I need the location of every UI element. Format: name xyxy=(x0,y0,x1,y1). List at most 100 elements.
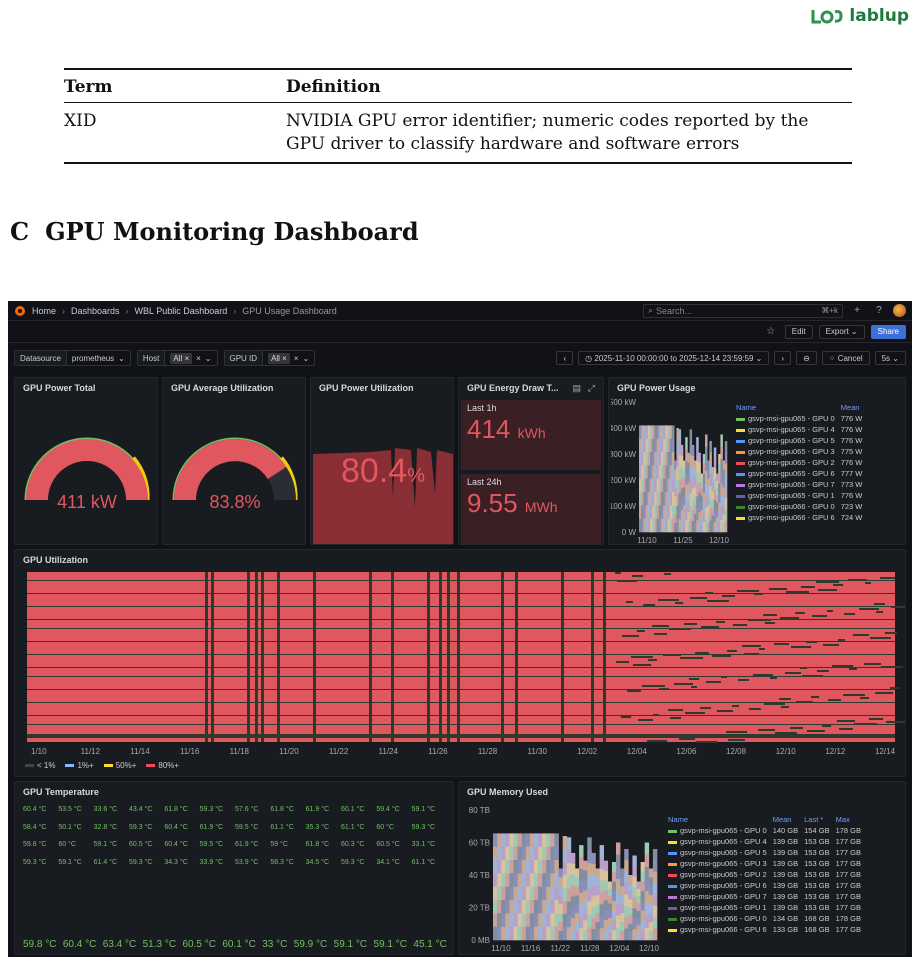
series-band xyxy=(562,862,568,876)
legend-name-cell: gsvp-msi-gpu065 - GPU 2 xyxy=(665,869,770,880)
series-band xyxy=(720,507,723,521)
series-band xyxy=(587,927,592,941)
series-band xyxy=(672,478,675,493)
series-band xyxy=(509,913,514,927)
clear-icon[interactable]: × xyxy=(294,354,299,363)
legend-row[interactable]: gsvp-msi-gpu065 - GPU 7 139 GB 153 GB 177 G… xyxy=(665,891,864,902)
heatmap-idle-cell xyxy=(722,595,735,597)
series-band xyxy=(583,930,588,941)
series-band xyxy=(687,462,690,473)
legend-row[interactable]: gsvp-msi-gpu066 - GPU 6 724 W xyxy=(733,512,865,523)
legend-header-mean[interactable]: Mean xyxy=(770,814,801,825)
panel-power-total[interactable]: GPU Power Total 411 kW xyxy=(14,377,158,545)
legend-row[interactable]: gsvp-msi-gpu065 - GPU 3 775 W xyxy=(733,446,865,457)
legend-item[interactable]: 80%+ xyxy=(146,761,179,770)
share-button[interactable]: Share xyxy=(870,324,906,339)
legend-header-mean[interactable]: Mean xyxy=(838,402,866,413)
heatmap-idle-cell xyxy=(754,593,763,595)
variable-chip[interactable]: All × xyxy=(170,352,193,364)
series-band xyxy=(566,888,572,902)
temperature-cell: 34.1 °C xyxy=(376,857,411,867)
legend-row[interactable]: gsvp-msi-gpu065 - GPU 3 139 GB 153 GB 177 G… xyxy=(665,858,864,869)
series-band xyxy=(641,425,644,440)
series-band xyxy=(658,505,662,519)
gpu-id-variable[interactable]: GPU ID All × × ⌄ xyxy=(223,350,316,366)
heatmap-idle-cell xyxy=(795,612,805,614)
legend-item[interactable]: 50%+ xyxy=(103,761,136,770)
legend-header-name[interactable]: Name xyxy=(665,814,770,825)
legend-row[interactable]: gsvp-msi-gpu065 - GPU 1 776 W xyxy=(733,490,865,501)
panel-gpu-temperature[interactable]: GPU Temperature 60.4 °C 53.5 °C 33.6 °C 43.… xyxy=(14,781,454,955)
star-icon[interactable]: ☆ xyxy=(763,325,779,339)
panel-gpu-utilization[interactable]: GPU Utilization 1/10 11/12 11/14 11/16 11/18… xyxy=(14,549,906,777)
series-band xyxy=(650,478,653,493)
series-band xyxy=(542,860,547,874)
cancel-refresh-button[interactable]: ⁘ Cancel xyxy=(821,351,870,365)
series-band xyxy=(583,880,588,891)
series-band xyxy=(645,478,649,493)
datasource-variable[interactable]: Datasource prometheus ⌄ xyxy=(14,350,131,366)
temperature-cell: 60.4 °C xyxy=(23,804,58,814)
legend-name-cell: gsvp-msi-gpu065 - GPU 1 xyxy=(733,490,838,501)
series-band xyxy=(644,879,650,892)
series-band xyxy=(643,425,646,440)
legend-row[interactable]: gsvp-msi-gpu065 - GPU 2 776 W xyxy=(733,457,865,468)
legend-row[interactable]: gsvp-msi-gpu065 - GPU 7 773 W xyxy=(733,479,865,490)
legend-row[interactable]: gsvp-msi-gpu065 - GPU 2 139 GB 153 GB 177 G… xyxy=(665,869,864,880)
legend-row[interactable]: gsvp-msi-gpu065 - GPU 5 776 W xyxy=(733,435,865,446)
legend-row[interactable]: gsvp-msi-gpu065 - GPU 6 139 GB 153 GB 177 G… xyxy=(665,880,864,891)
clear-icon[interactable]: × xyxy=(196,354,201,363)
time-back-button[interactable]: ‹ xyxy=(556,351,574,365)
legend-header-last[interactable]: Last * xyxy=(801,814,832,825)
zoom-out-icon[interactable]: ⊖ xyxy=(796,351,817,365)
series-band xyxy=(632,887,637,899)
avatar[interactable] xyxy=(893,304,906,317)
variable-value: prometheus xyxy=(71,353,115,363)
legend-item[interactable]: < 1% xyxy=(25,761,55,770)
add-icon[interactable]: + xyxy=(849,304,865,318)
legend-row[interactable]: gsvp-msi-gpu065 - GPU 0 776 W xyxy=(733,413,865,424)
series-band xyxy=(672,465,675,479)
edit-button[interactable]: Edit xyxy=(784,324,813,339)
grafana-logo-icon[interactable] xyxy=(14,305,26,317)
legend-row[interactable]: gsvp-msi-gpu065 - GPU 4 776 W xyxy=(733,424,865,435)
breadcrumb-home[interactable]: Home xyxy=(32,306,56,316)
legend-row[interactable]: gsvp-msi-gpu065 - GPU 6 777 W xyxy=(733,468,865,479)
series-band xyxy=(665,505,668,519)
host-variable[interactable]: Host All × × ⌄ xyxy=(136,350,218,366)
legend-row[interactable]: gsvp-msi-gpu065 - GPU 4 139 GB 153 GB 177 G… xyxy=(665,836,864,847)
legend-row[interactable]: gsvp-msi-gpu066 - GPU 0 723 W xyxy=(733,501,865,512)
panel-gpu-memory[interactable]: GPU Memory Used 0 MB 20 TB 40 TB 60 TB 80 TB… xyxy=(458,781,906,955)
series-band xyxy=(676,519,679,533)
panel-energy-draw[interactable]: GPU Energy Draw T... ▤ ⤢ Last 1h 414 kWh… xyxy=(458,377,604,545)
legend-header-max[interactable]: Max xyxy=(833,814,864,825)
series-band xyxy=(624,928,629,941)
breadcrumb-folder[interactable]: WBL Public Dashboard xyxy=(135,306,228,316)
series-band xyxy=(667,438,671,453)
legend-header-name[interactable]: Name xyxy=(733,402,838,413)
breadcrumb-dashboards[interactable]: Dashboards xyxy=(71,306,120,316)
series-band xyxy=(636,888,641,897)
legend-row[interactable]: gsvp-msi-gpu065 - GPU 0 140 GB 154 GB 178 G… xyxy=(665,825,864,836)
series-band xyxy=(722,469,726,479)
legend-row[interactable]: gsvp-msi-gpu066 - GPU 6 133 GB 168 GB 177 G… xyxy=(665,924,864,935)
panel-power-usage[interactable]: GPU Power Usage 0 W 100 kW 200 kW 300 kW 400… xyxy=(608,377,906,545)
series-band xyxy=(583,890,588,901)
series-band xyxy=(698,462,701,473)
expand-icon[interactable]: ⤢ xyxy=(588,383,595,394)
search-input[interactable]: ⌕ Search... ⌘+k xyxy=(643,303,843,318)
legend-item[interactable]: 1%+ xyxy=(65,761,94,770)
time-range-button[interactable]: ◷ 2025-11-10 00:00:00 to 2025-12-14 23:5… xyxy=(578,351,770,365)
legend-row[interactable]: gsvp-msi-gpu066 - GPU 0 134 GB 168 GB 178 G… xyxy=(665,913,864,924)
refresh-interval-select[interactable]: 5s ⌄ xyxy=(874,351,906,365)
legend-row[interactable]: gsvp-msi-gpu065 - GPU 5 139 GB 153 GB 177 G… xyxy=(665,847,864,858)
variable-chip[interactable]: All × xyxy=(268,352,290,364)
panel-average-utilization[interactable]: GPU Average Utilization 83.8% xyxy=(162,377,306,545)
time-forward-button[interactable]: › xyxy=(774,351,792,365)
series-band xyxy=(639,438,642,453)
help-icon[interactable]: ? xyxy=(871,304,887,318)
table-view-icon[interactable]: ▤ xyxy=(572,383,581,394)
legend-row[interactable]: gsvp-msi-gpu065 - GPU 1 139 GB 153 GB 177 G… xyxy=(665,902,864,913)
panel-power-utilization[interactable]: GPU Power Utilization 80.4% xyxy=(310,377,454,545)
export-button[interactable]: Export ⌄ xyxy=(818,324,865,339)
